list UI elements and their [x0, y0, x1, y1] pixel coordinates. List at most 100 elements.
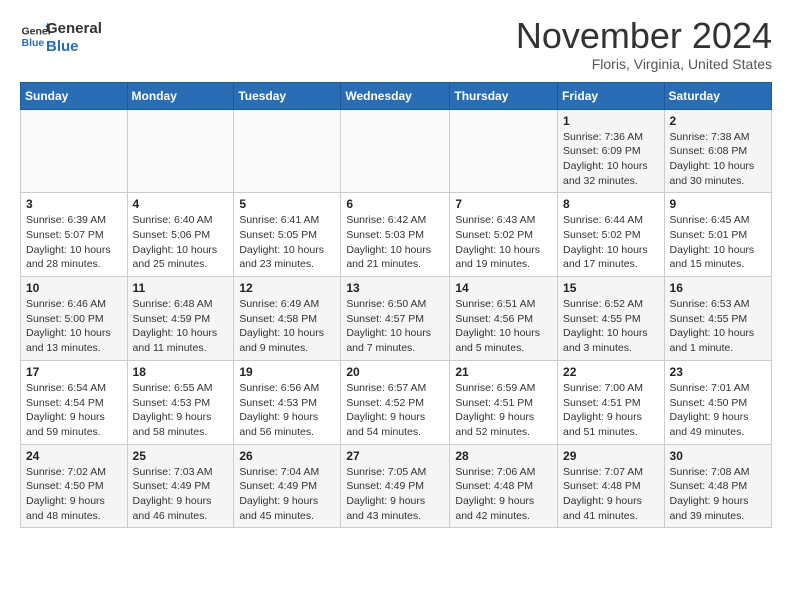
weekday-header: Wednesday: [341, 82, 450, 109]
calendar-cell: [234, 109, 341, 193]
calendar-cell: 14 Sunrise: 6:51 AM Sunset: 4:56 PM Dayli…: [450, 277, 558, 361]
calendar-cell: 7 Sunrise: 6:43 AM Sunset: 5:02 PM Daylig…: [450, 193, 558, 277]
calendar-cell: [127, 109, 234, 193]
day-number: 2: [670, 114, 766, 128]
day-info: Sunrise: 6:53 AM Sunset: 4:55 PM Dayligh…: [670, 297, 766, 356]
day-info: Sunrise: 7:08 AM Sunset: 4:48 PM Dayligh…: [670, 465, 766, 524]
calendar-cell: 23 Sunrise: 7:01 AM Sunset: 4:50 PM Dayli…: [664, 360, 771, 444]
title-block: November 2024 Floris, Virginia, United S…: [516, 16, 772, 72]
day-number: 11: [133, 281, 229, 295]
day-info: Sunrise: 6:56 AM Sunset: 4:53 PM Dayligh…: [239, 381, 335, 440]
calendar-cell: 18Sunrise: 6:55 AM Sunset: 4:53 PM Dayli…: [127, 360, 234, 444]
calendar-cell: 28 Sunrise: 7:06 AM Sunset: 4:48 PM Dayli…: [450, 444, 558, 528]
day-info: Sunrise: 7:06 AM Sunset: 4:48 PM Dayligh…: [455, 465, 552, 524]
day-info: Sunrise: 7:01 AM Sunset: 4:50 PM Dayligh…: [670, 381, 766, 440]
day-number: 25: [133, 449, 229, 463]
day-info: Sunrise: 6:46 AM Sunset: 5:00 PM Dayligh…: [26, 297, 122, 356]
calendar-cell: 13 Sunrise: 6:50 AM Sunset: 4:57 PM Dayli…: [341, 277, 450, 361]
day-info: Sunrise: 6:48 AM Sunset: 4:59 PM Dayligh…: [133, 297, 229, 356]
calendar-cell: 29Sunrise: 7:07 AM Sunset: 4:48 PM Dayli…: [558, 444, 665, 528]
day-number: 17: [26, 365, 122, 379]
day-number: 27: [346, 449, 444, 463]
day-info: Sunrise: 6:50 AM Sunset: 4:57 PM Dayligh…: [346, 297, 444, 356]
day-number: 5: [239, 197, 335, 211]
weekday-header: Monday: [127, 82, 234, 109]
day-info: Sunrise: 6:59 AM Sunset: 4:51 PM Dayligh…: [455, 381, 552, 440]
calendar-cell: 30Sunrise: 7:08 AM Sunset: 4:48 PM Dayli…: [664, 444, 771, 528]
calendar: SundayMondayTuesdayWednesdayThursdayFrid…: [20, 82, 772, 529]
header: General Blue General Blue November 2024 …: [20, 16, 772, 72]
day-info: Sunrise: 6:49 AM Sunset: 4:58 PM Dayligh…: [239, 297, 335, 356]
calendar-cell: 24 Sunrise: 7:02 AM Sunset: 4:50 PM Dayli…: [21, 444, 128, 528]
day-number: 6: [346, 197, 444, 211]
calendar-cell: 10 Sunrise: 6:46 AM Sunset: 5:00 PM Dayli…: [21, 277, 128, 361]
day-info: Sunrise: 7:38 AM Sunset: 6:08 PM Dayligh…: [670, 130, 766, 189]
day-number: 24: [26, 449, 122, 463]
day-number: 28: [455, 449, 552, 463]
logo: General Blue General Blue: [20, 16, 102, 56]
calendar-body: 1Sunrise: 7:36 AM Sunset: 6:09 PM Daylig…: [21, 109, 772, 528]
calendar-cell: 9 Sunrise: 6:45 AM Sunset: 5:01 PM Daylig…: [664, 193, 771, 277]
calendar-cell: 11 Sunrise: 6:48 AM Sunset: 4:59 PM Dayli…: [127, 277, 234, 361]
day-info: Sunrise: 7:02 AM Sunset: 4:50 PM Dayligh…: [26, 465, 122, 524]
page: General Blue General Blue November 2024 …: [0, 0, 792, 544]
calendar-header: SundayMondayTuesdayWednesdayThursdayFrid…: [21, 82, 772, 109]
calendar-cell: 27 Sunrise: 7:05 AM Sunset: 4:49 PM Dayli…: [341, 444, 450, 528]
calendar-cell: 25 Sunrise: 7:03 AM Sunset: 4:49 PM Dayli…: [127, 444, 234, 528]
day-number: 23: [670, 365, 766, 379]
calendar-cell: [21, 109, 128, 193]
day-number: 7: [455, 197, 552, 211]
location: Floris, Virginia, United States: [516, 56, 772, 72]
day-info: Sunrise: 6:40 AM Sunset: 5:06 PM Dayligh…: [133, 213, 229, 272]
day-info: Sunrise: 6:43 AM Sunset: 5:02 PM Dayligh…: [455, 213, 552, 272]
day-number: 21: [455, 365, 552, 379]
calendar-week-row: 1Sunrise: 7:36 AM Sunset: 6:09 PM Daylig…: [21, 109, 772, 193]
day-number: 13: [346, 281, 444, 295]
day-number: 16: [670, 281, 766, 295]
calendar-week-row: 10 Sunrise: 6:46 AM Sunset: 5:00 PM Dayli…: [21, 277, 772, 361]
day-number: 20: [346, 365, 444, 379]
weekday-header: Friday: [558, 82, 665, 109]
day-number: 9: [670, 197, 766, 211]
calendar-week-row: 3 Sunrise: 6:39 AM Sunset: 5:07 PM Daylig…: [21, 193, 772, 277]
day-info: Sunrise: 6:44 AM Sunset: 5:02 PM Dayligh…: [563, 213, 659, 272]
day-info: Sunrise: 7:07 AM Sunset: 4:48 PM Dayligh…: [563, 465, 659, 524]
day-number: 22: [563, 365, 659, 379]
logo-line1: General: [46, 20, 102, 38]
calendar-cell: 4 Sunrise: 6:40 AM Sunset: 5:06 PM Daylig…: [127, 193, 234, 277]
weekday-header: Saturday: [664, 82, 771, 109]
day-number: 3: [26, 197, 122, 211]
calendar-cell: 2 Sunrise: 7:38 AM Sunset: 6:08 PM Daylig…: [664, 109, 771, 193]
calendar-cell: 6 Sunrise: 6:42 AM Sunset: 5:03 PM Daylig…: [341, 193, 450, 277]
day-number: 26: [239, 449, 335, 463]
day-number: 10: [26, 281, 122, 295]
day-info: Sunrise: 7:04 AM Sunset: 4:49 PM Dayligh…: [239, 465, 335, 524]
weekday-row: SundayMondayTuesdayWednesdayThursdayFrid…: [21, 82, 772, 109]
calendar-cell: 17 Sunrise: 6:54 AM Sunset: 4:54 PM Dayli…: [21, 360, 128, 444]
day-number: 8: [563, 197, 659, 211]
day-info: Sunrise: 6:51 AM Sunset: 4:56 PM Dayligh…: [455, 297, 552, 356]
day-info: Sunrise: 7:03 AM Sunset: 4:49 PM Dayligh…: [133, 465, 229, 524]
day-info: Sunrise: 6:52 AM Sunset: 4:55 PM Dayligh…: [563, 297, 659, 356]
day-info: Sunrise: 6:39 AM Sunset: 5:07 PM Dayligh…: [26, 213, 122, 272]
day-info: Sunrise: 7:05 AM Sunset: 4:49 PM Dayligh…: [346, 465, 444, 524]
day-number: 15: [563, 281, 659, 295]
day-info: Sunrise: 6:45 AM Sunset: 5:01 PM Dayligh…: [670, 213, 766, 272]
day-number: 4: [133, 197, 229, 211]
day-number: 12: [239, 281, 335, 295]
calendar-cell: 8 Sunrise: 6:44 AM Sunset: 5:02 PM Daylig…: [558, 193, 665, 277]
day-number: 14: [455, 281, 552, 295]
weekday-header: Tuesday: [234, 82, 341, 109]
day-info: Sunrise: 6:42 AM Sunset: 5:03 PM Dayligh…: [346, 213, 444, 272]
weekday-header: Sunday: [21, 82, 128, 109]
calendar-cell: [341, 109, 450, 193]
day-number: 19: [239, 365, 335, 379]
calendar-cell: 12 Sunrise: 6:49 AM Sunset: 4:58 PM Dayli…: [234, 277, 341, 361]
day-number: 1: [563, 114, 659, 128]
calendar-cell: 19 Sunrise: 6:56 AM Sunset: 4:53 PM Dayli…: [234, 360, 341, 444]
day-info: Sunrise: 6:54 AM Sunset: 4:54 PM Dayligh…: [26, 381, 122, 440]
calendar-week-row: 17 Sunrise: 6:54 AM Sunset: 4:54 PM Dayli…: [21, 360, 772, 444]
calendar-cell: 21 Sunrise: 6:59 AM Sunset: 4:51 PM Dayli…: [450, 360, 558, 444]
calendar-cell: 5Sunrise: 6:41 AM Sunset: 5:05 PM Daylig…: [234, 193, 341, 277]
calendar-cell: 26 Sunrise: 7:04 AM Sunset: 4:49 PM Dayli…: [234, 444, 341, 528]
